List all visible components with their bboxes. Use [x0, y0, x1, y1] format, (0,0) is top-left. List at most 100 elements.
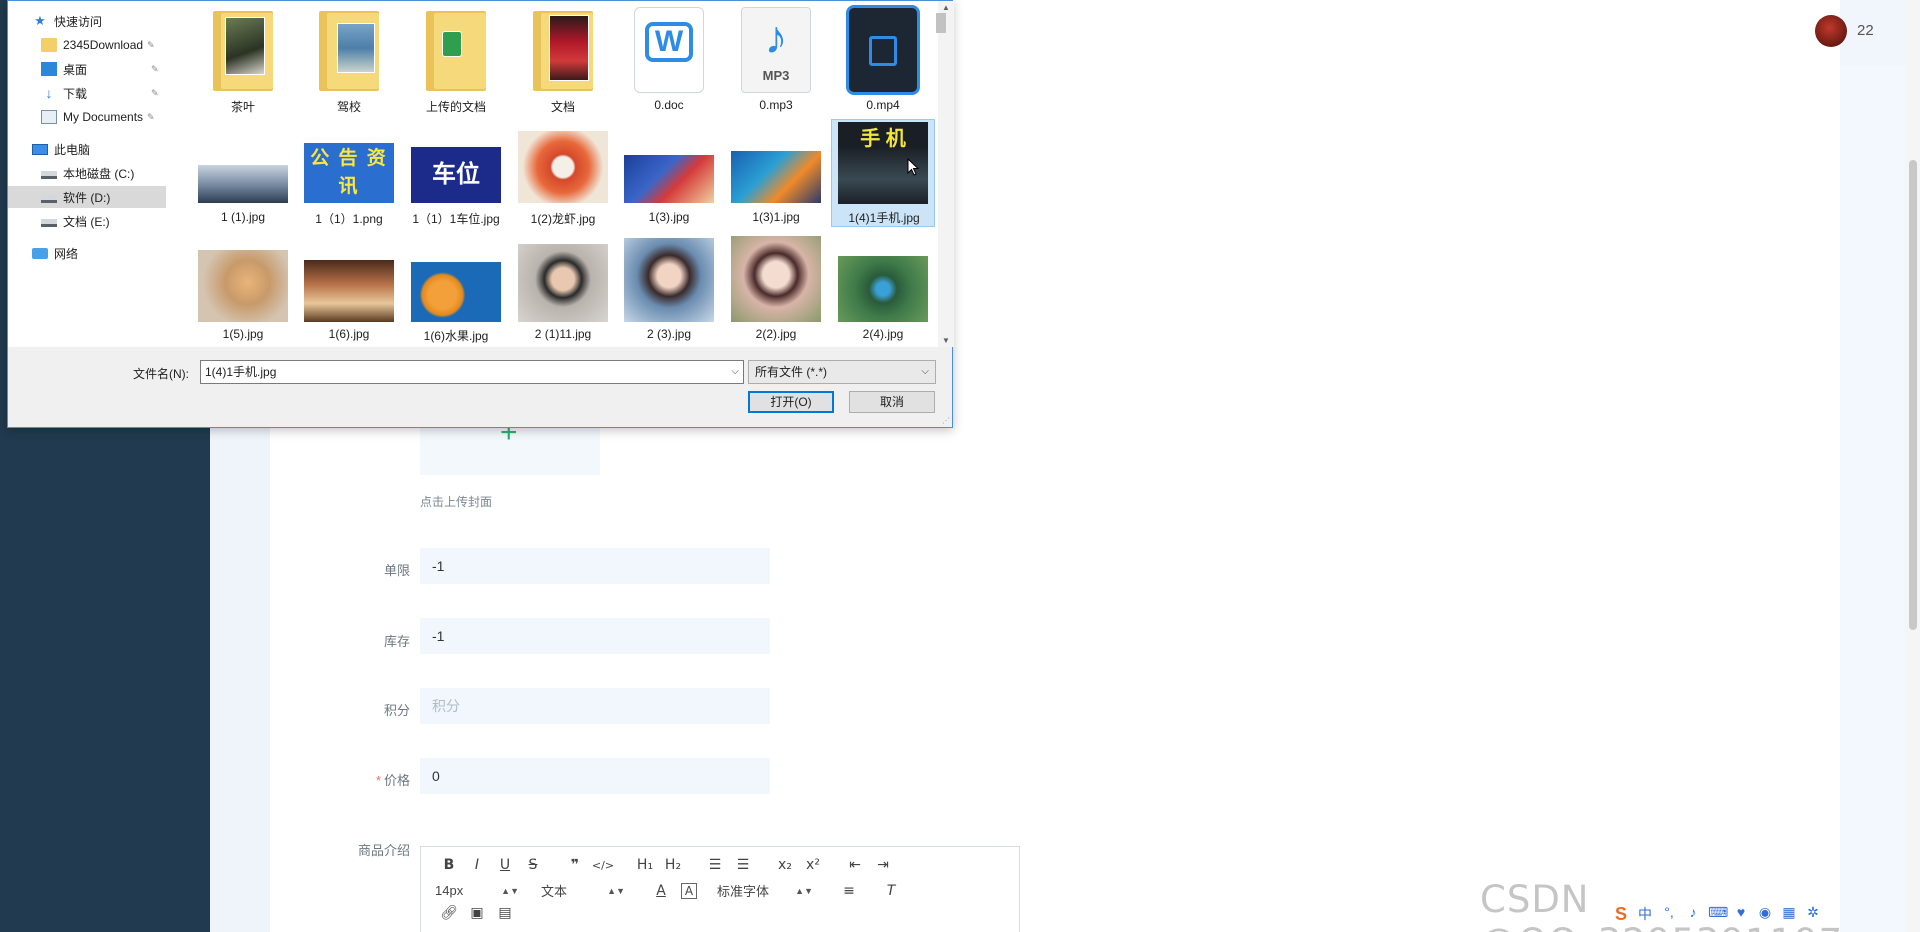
file-list-scrollbar[interactable]: ▲ ▼: [936, 1, 954, 347]
scroll-up-icon[interactable]: ▲: [938, 3, 954, 12]
block-type-select[interactable]: 文本 ▲▼: [541, 881, 625, 900]
keyboard-icon[interactable]: ⌨: [1708, 904, 1728, 925]
pin-icon: ✎: [151, 63, 159, 74]
select-arrow-icon: ▲▼: [501, 885, 519, 896]
file-item[interactable]: 2(4).jpg: [831, 236, 935, 344]
file-item[interactable]: 茶叶: [191, 1, 295, 114]
file-item[interactable]: 1(5).jpg: [191, 236, 295, 344]
clear-format-icon[interactable]: T: [877, 883, 905, 899]
font-color-icon[interactable]: A: [647, 883, 675, 899]
pin-icon: ✎: [151, 87, 159, 98]
bullet-list-icon[interactable]: ☰: [729, 857, 757, 873]
file-item[interactable]: 1 (1).jpg: [191, 119, 295, 227]
file-item[interactable]: 车位 1（1）1车位.jpg: [404, 119, 508, 227]
file-open-dialog: ★ 快速访问 2345Download ✎ 桌面 ✎ ↓ 下载 ✎ My Docume…: [7, 0, 954, 428]
subscript-icon[interactable]: x₂: [771, 857, 799, 873]
outdent-icon[interactable]: ⇤: [841, 857, 869, 873]
file-name: 1(3).jpg: [648, 210, 690, 224]
right-panel: [1840, 65, 1905, 932]
indent-icon[interactable]: ⇥: [869, 857, 897, 873]
file-name: 1(3)1.jpg: [752, 210, 800, 224]
file-item[interactable]: 驾校: [297, 1, 401, 114]
mp3-badge: MP3: [762, 68, 790, 83]
punctuation-icon[interactable]: °,: [1660, 904, 1678, 925]
computer-icon: [32, 143, 48, 155]
heading2-icon[interactable]: H₂: [659, 857, 687, 873]
background-color-icon[interactable]: A: [681, 882, 697, 899]
file-item[interactable]: 1(3)1.jpg: [724, 119, 828, 227]
file-item[interactable]: 1(6).jpg: [297, 236, 401, 344]
file-item[interactable]: 2 (3).jpg: [617, 236, 721, 344]
superscript-icon[interactable]: x²: [799, 857, 827, 873]
image-thumbnail: [518, 244, 608, 322]
file-item[interactable]: ♪ MP3 0.mp3: [724, 1, 828, 112]
heading1-icon[interactable]: H₁: [631, 857, 659, 873]
file-name: 茶叶: [230, 100, 255, 114]
nav-downloads[interactable]: ↓ 下载 ✎: [8, 82, 166, 104]
file-item[interactable]: 上传的文档: [404, 1, 508, 114]
points-input[interactable]: [420, 688, 770, 724]
link-icon[interactable]: 🔗︎: [435, 905, 463, 921]
video-icon[interactable]: ▤: [491, 905, 519, 921]
blockquote-icon[interactable]: ❞: [561, 857, 589, 873]
file-type-select[interactable]: 所有文件 (*.*) ⌵: [748, 360, 936, 384]
settings-icon[interactable]: ✲: [1804, 904, 1822, 925]
nav-drive-e[interactable]: 文档 (E:): [8, 210, 166, 232]
toolbox-icon[interactable]: ▦: [1780, 904, 1798, 925]
chinese-mode-icon[interactable]: 中: [1636, 904, 1654, 925]
resize-grip-icon[interactable]: ⋰: [942, 416, 950, 425]
avatar[interactable]: [1815, 15, 1847, 47]
skin-icon[interactable]: ♥: [1732, 904, 1750, 925]
nav-quick-access[interactable]: ★ 快速访问: [8, 10, 166, 32]
file-list-scrollbar-thumb[interactable]: [936, 13, 946, 33]
image-thumbnail: [198, 250, 288, 322]
nav-my-documents[interactable]: My Documents ✎: [8, 106, 166, 128]
align-icon[interactable]: ≡: [835, 883, 863, 899]
file-item[interactable]: 文档: [511, 1, 615, 114]
file-item-selected[interactable]: 手 机 1(4)1手机.jpg: [831, 119, 935, 227]
nav-desktop[interactable]: 桌面 ✎: [8, 58, 166, 80]
file-name: 2(2).jpg: [755, 327, 797, 341]
nav-drive-d[interactable]: 软件 (D:): [8, 186, 166, 208]
nav-drive-c[interactable]: 本地磁盘 (C:): [8, 162, 166, 184]
file-name: 0.mp4: [866, 98, 900, 112]
file-item[interactable]: 2(2).jpg: [724, 236, 828, 344]
video-file-icon: [846, 5, 920, 95]
image-icon[interactable]: ▣: [463, 905, 491, 921]
code-icon[interactable]: </>: [589, 859, 617, 872]
stock-input[interactable]: [420, 618, 770, 654]
nav-this-pc[interactable]: 此电脑: [8, 138, 166, 160]
strikethrough-icon[interactable]: S: [519, 857, 547, 873]
avatar-count: 22: [1857, 22, 1874, 39]
price-input[interactable]: [420, 758, 770, 794]
file-item[interactable]: 2 (1)11.jpg: [511, 236, 615, 344]
italic-icon[interactable]: I: [463, 857, 491, 873]
nav-network[interactable]: 网络: [8, 242, 166, 264]
page-scrollbar-thumb[interactable]: [1909, 160, 1917, 630]
font-size-select[interactable]: 14px ▲▼: [435, 883, 519, 898]
font-family-select[interactable]: 标准字体 ▲▼: [717, 881, 813, 900]
file-item[interactable]: 公 告 资 讯 1（1）1.png: [297, 119, 401, 227]
rich-text-editor[interactable]: B I U S ❞ </> H₁ H₂ ☰ ☰ x₂ x² ⇤ ⇥ 14px ▲▼…: [420, 846, 1020, 932]
cancel-button[interactable]: 取消: [849, 391, 935, 413]
image-thumbnail: [838, 256, 928, 322]
file-item[interactable]: 1(6)水果.jpg: [404, 236, 508, 344]
chevron-down-icon[interactable]: ⌵: [731, 361, 739, 383]
bold-icon[interactable]: B: [435, 857, 463, 873]
file-item[interactable]: W 0.doc: [617, 1, 721, 112]
game-icon[interactable]: ◉: [1756, 904, 1774, 925]
file-item[interactable]: 1(2)龙虾.jpg: [511, 119, 615, 227]
ordered-list-icon[interactable]: ☰: [701, 857, 729, 873]
file-item[interactable]: 0.mp4: [831, 1, 935, 112]
scroll-down-icon[interactable]: ▼: [938, 336, 954, 345]
filename-input[interactable]: 1(4)1手机.jpg ⌵: [200, 360, 744, 384]
file-list: 茶叶 驾校 上传的文档 文档 W 0.doc ♪ MP3 0.mp3 0.mp4…: [175, 1, 945, 347]
microphone-icon[interactable]: ♪: [1684, 904, 1702, 925]
open-button[interactable]: 打开(O): [748, 391, 834, 413]
audio-file-icon: ♪ MP3: [741, 7, 811, 93]
file-item[interactable]: 1(3).jpg: [617, 119, 721, 227]
sogou-logo-icon[interactable]: S: [1612, 904, 1630, 925]
underline-icon[interactable]: U: [491, 857, 519, 873]
nav-2345download[interactable]: 2345Download ✎: [8, 34, 166, 56]
limit-input[interactable]: [420, 548, 770, 584]
